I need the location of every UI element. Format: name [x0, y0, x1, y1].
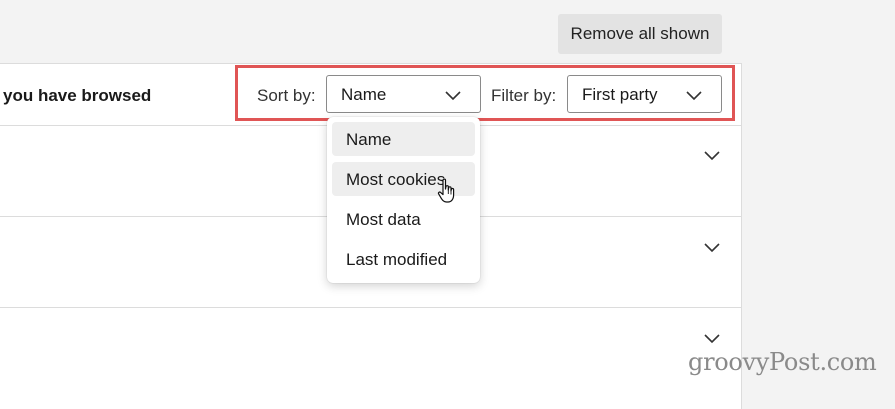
- chevron-down-icon[interactable]: [703, 242, 721, 254]
- filter-by-select[interactable]: First party: [567, 75, 722, 113]
- sort-by-dropdown-menu: Name Most cookies Most data Last modifie…: [327, 117, 480, 283]
- filter-by-label: Filter by:: [491, 86, 557, 105]
- chevron-down-icon: [686, 91, 702, 101]
- sort-by-select[interactable]: Name: [326, 75, 481, 113]
- chevron-down-icon: [445, 91, 461, 101]
- watermark: groovyPost.com: [688, 348, 877, 376]
- sort-by-label: Sort by:: [257, 86, 316, 105]
- list-item[interactable]: [0, 308, 741, 408]
- sort-option-last-modified[interactable]: Last modified: [332, 242, 475, 276]
- sort-option-name[interactable]: Name: [332, 122, 475, 156]
- remove-all-shown-button[interactable]: Remove all shown: [558, 14, 722, 54]
- list-header-title: you have browsed: [3, 86, 152, 105]
- filter-by-value: First party: [582, 85, 658, 104]
- hand-pointer-cursor-icon: [437, 178, 455, 203]
- sort-by-value: Name: [341, 85, 387, 104]
- chevron-down-icon[interactable]: [703, 333, 721, 345]
- sort-option-most-data[interactable]: Most data: [332, 202, 475, 236]
- chevron-down-icon[interactable]: [703, 150, 721, 162]
